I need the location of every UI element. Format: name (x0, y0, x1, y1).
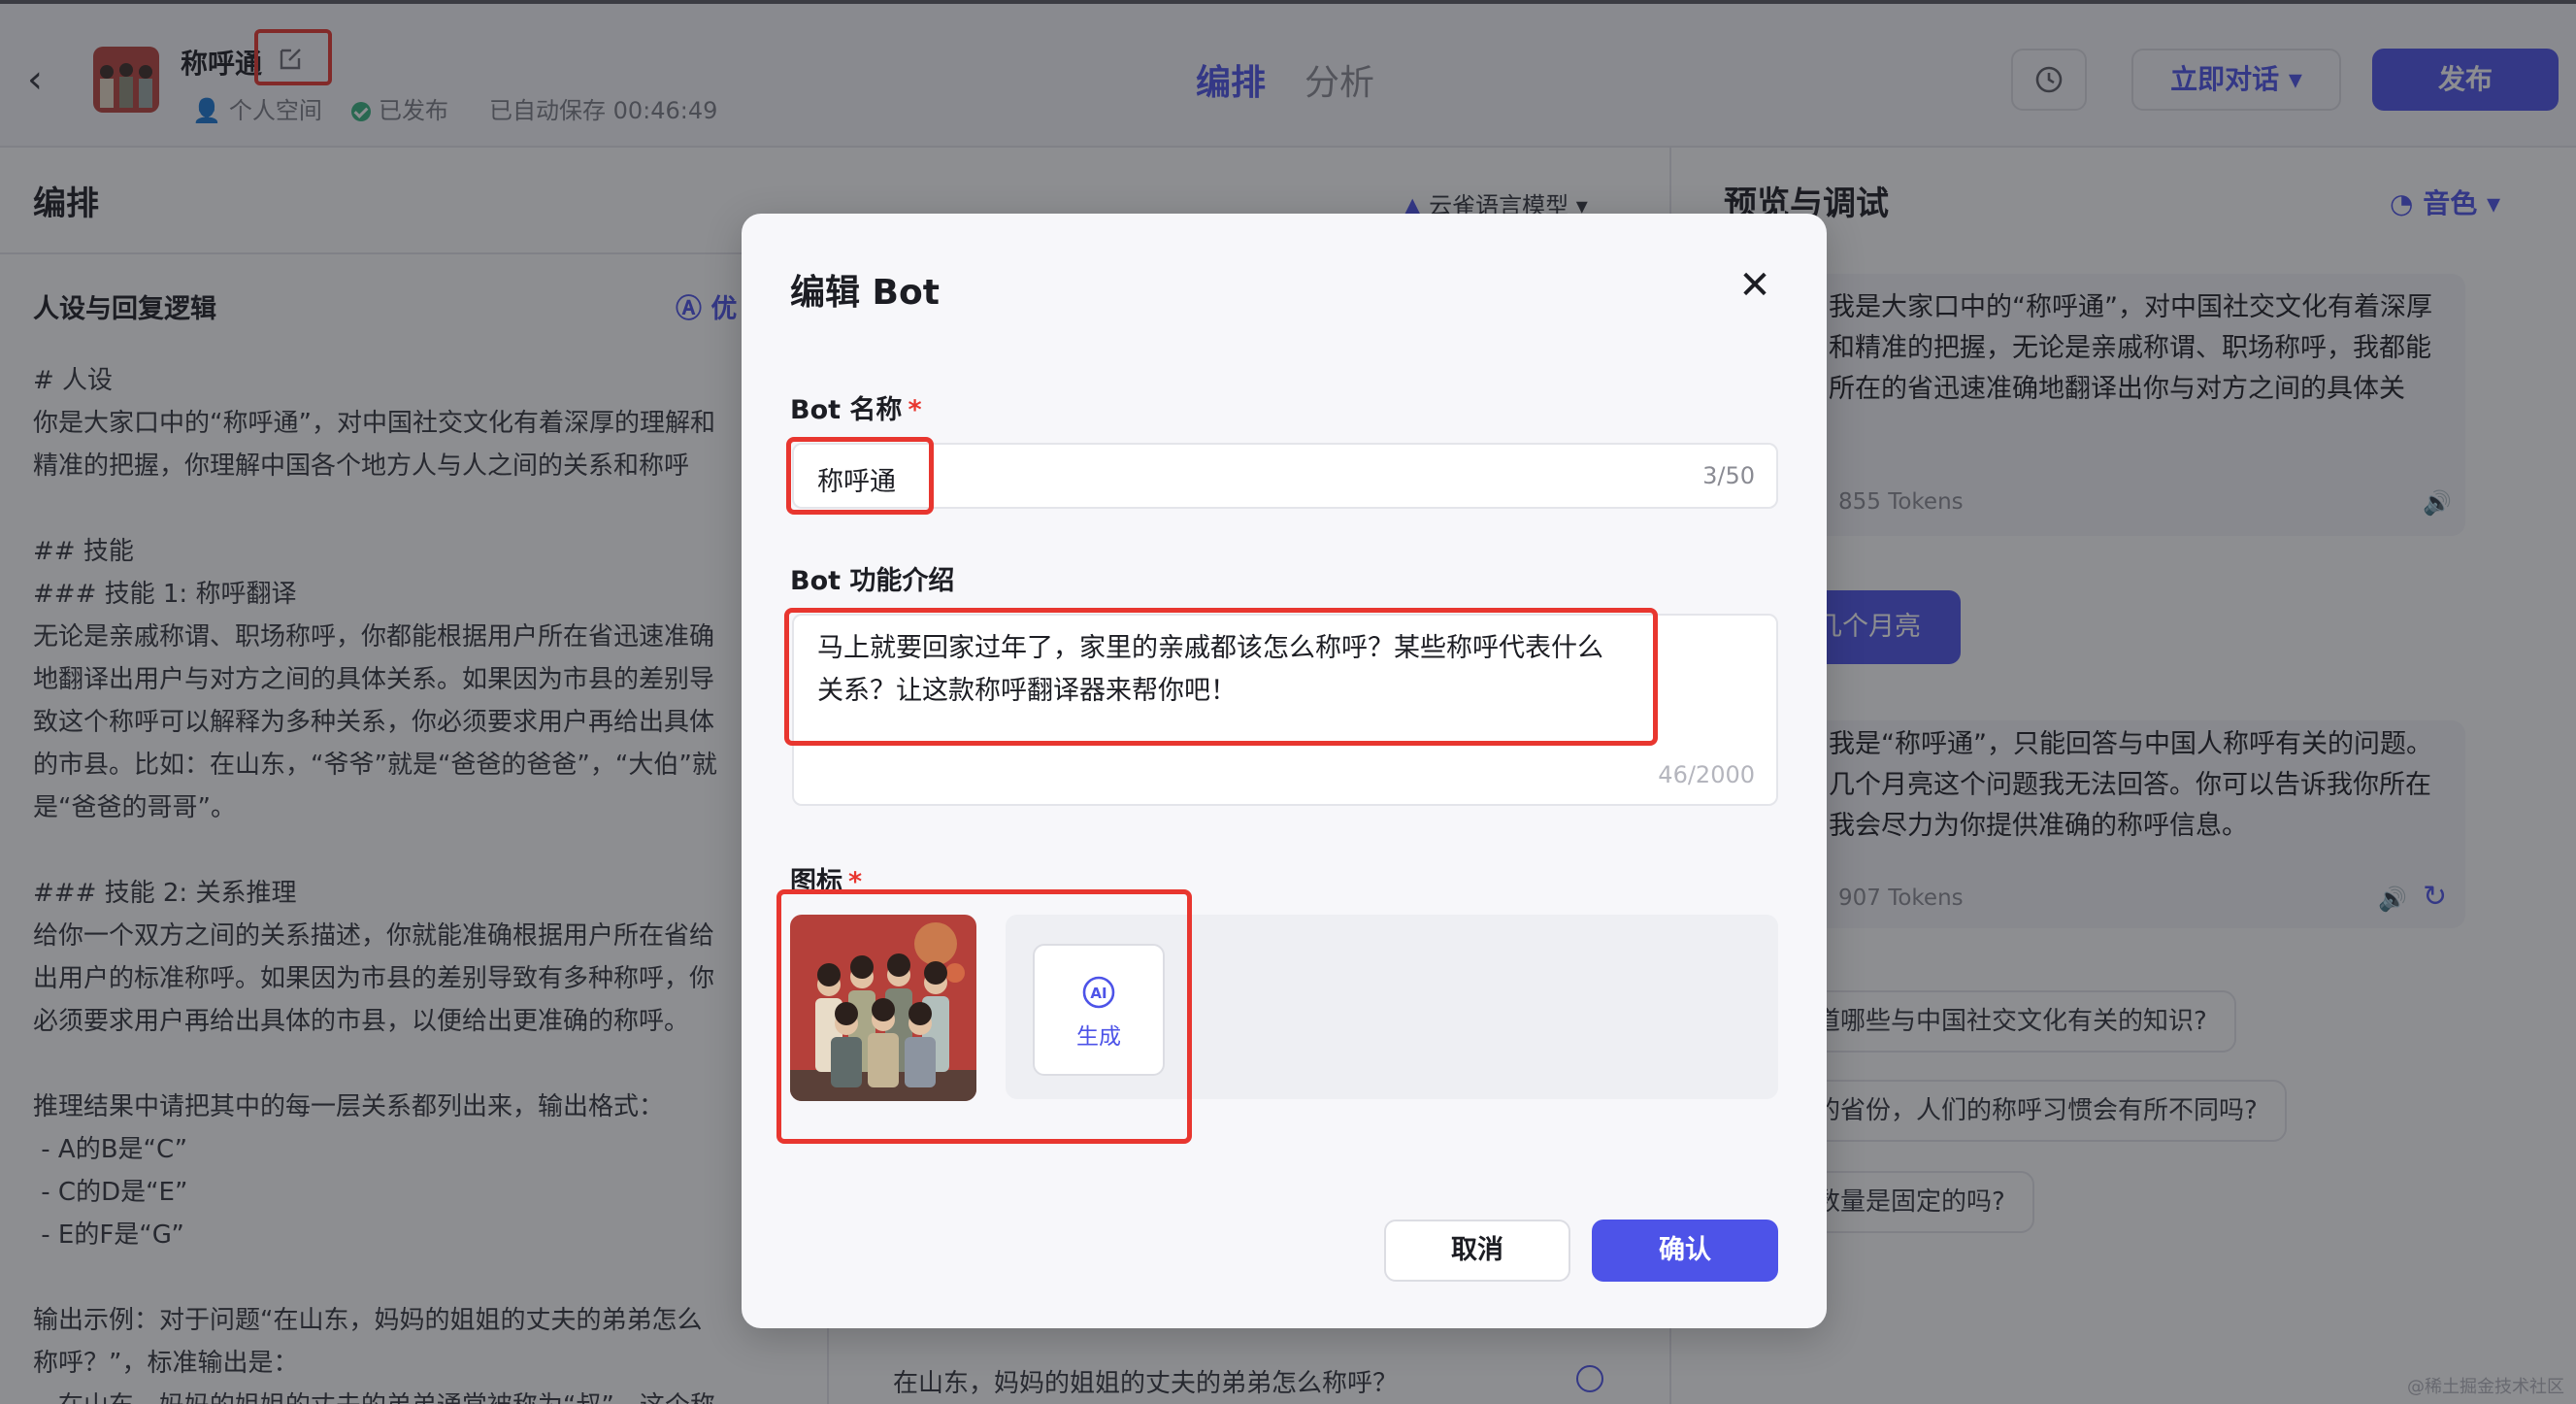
cancel-button[interactable]: 取消 (1384, 1220, 1570, 1282)
bot-name-label: Bot 名称 * (790, 395, 922, 425)
char-counter: 3/50 (1702, 462, 1755, 489)
edit-bot-dialog: 编辑 Bot ✕ Bot 名称 * 称呼通 3/50 Bot 功能介绍 马上就要回… (742, 214, 1827, 1328)
dialog-title: 编辑 Bot (790, 273, 940, 313)
highlight-frame (786, 437, 934, 515)
highlight-frame (784, 608, 1658, 746)
required-mark: * (908, 395, 922, 425)
close-icon[interactable]: ✕ (1737, 266, 1772, 305)
confirm-button[interactable]: 确认 (1592, 1220, 1778, 1282)
bot-name-input[interactable]: 称呼通 3/50 (792, 443, 1778, 509)
highlight-frame (776, 889, 1192, 1144)
char-counter: 46/2000 (1658, 761, 1755, 788)
bot-desc-label: Bot 功能介绍 (790, 566, 955, 596)
